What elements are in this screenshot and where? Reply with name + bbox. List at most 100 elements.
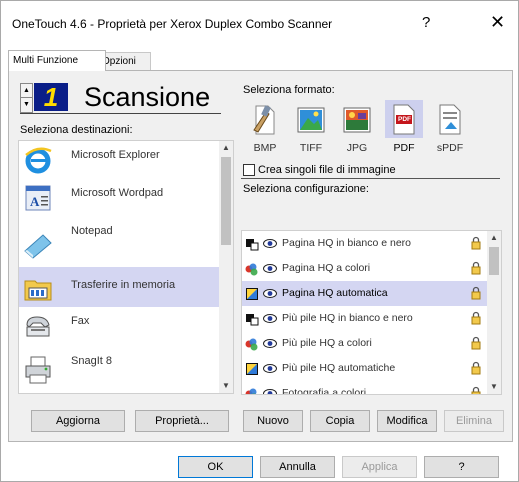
list-item-label: Microsoft Explorer [71, 149, 160, 161]
color-scan-icon [245, 388, 257, 394]
auto-scan-icon [246, 288, 258, 300]
scroll-down-icon[interactable]: ▼ [219, 379, 233, 393]
refresh-button[interactable]: Aggiorna [31, 410, 125, 432]
properties-button[interactable]: Proprietà... [135, 410, 229, 432]
list-item-config-auto[interactable]: Pagina HQ automatica [242, 281, 487, 306]
format-button-pdf[interactable]: PDF [385, 100, 423, 138]
list-item-notepad[interactable]: Notepad [19, 217, 219, 267]
formats-label: Seleziona formato: [243, 84, 335, 96]
config-label: Fotografia a colori [282, 387, 367, 395]
printer-icon [25, 356, 51, 384]
spinner-down-icon[interactable]: ▼ [21, 98, 32, 111]
spinner-up-icon[interactable]: ▲ [21, 84, 32, 98]
scroll-up-icon[interactable]: ▲ [219, 141, 233, 155]
ok-button[interactable]: OK [178, 456, 253, 478]
button-spinner[interactable]: ▲ ▼ [20, 83, 33, 113]
button-title: Scansione [84, 82, 211, 112]
format-button-spdf[interactable] [431, 100, 469, 138]
format-label-bmp: BMP [253, 142, 277, 154]
bmp-icon [253, 105, 275, 135]
list-item-label: Fax [71, 315, 90, 327]
notepad-icon [24, 234, 52, 259]
destinations-list[interactable]: Microsoft Explorer A Microsoft Wordpad N… [18, 140, 234, 394]
format-label-jpg: JPG [346, 142, 368, 154]
spdf-icon [439, 104, 461, 135]
eye-icon [263, 389, 277, 394]
config-label: Pagina HQ in bianco e nero [282, 237, 411, 249]
config-label: Più pile HQ a colori [282, 337, 372, 349]
bw-scan-icon [246, 314, 259, 326]
color-scan-icon [245, 338, 258, 351]
configurations-list[interactable]: Pagina HQ in bianco e nero Pagina HQ a c… [241, 230, 502, 395]
help-title-button[interactable]: ? [422, 14, 430, 31]
eye-icon [263, 264, 277, 273]
config-label: Più pile HQ automatiche [282, 362, 396, 374]
list-item-label: SnagIt 8 [71, 355, 112, 367]
lock-icon [471, 386, 481, 394]
format-button-jpg[interactable] [338, 100, 376, 138]
internet-explorer-icon [25, 147, 52, 174]
transfer-memory-icon [24, 280, 52, 301]
list-item-config-color[interactable]: Pagina HQ a colori [242, 256, 487, 281]
eye-icon [263, 339, 277, 348]
lock-icon [471, 286, 481, 300]
lock-icon [471, 361, 481, 375]
list-item-fax[interactable]: Fax [19, 307, 219, 345]
format-label-pdf: PDF [393, 142, 415, 154]
format-label-spdf: sPDF [436, 142, 464, 154]
list-item-microsoft-wordpad[interactable]: A Microsoft Wordpad [19, 179, 219, 217]
scroll-thumb[interactable] [221, 157, 231, 245]
list-item-snagit[interactable]: SnagIt 8 [19, 345, 219, 393]
list-item-label: Notepad [71, 225, 113, 237]
list-item-config-batch-bw[interactable]: Più pile HQ in bianco e nero [242, 306, 487, 331]
configurations-scrollbar[interactable]: ▲ ▼ [487, 231, 501, 394]
destinations-scrollbar[interactable]: ▲ ▼ [219, 141, 233, 393]
bw-scan-icon [246, 239, 259, 251]
fax-icon [26, 316, 50, 337]
formats-divider [241, 178, 500, 179]
button-number-display: 1 [34, 83, 68, 111]
format-button-tiff[interactable] [292, 100, 330, 138]
list-item-config-batch-auto[interactable]: Più pile HQ automatiche [242, 356, 487, 381]
list-item-config-bw[interactable]: Pagina HQ in bianco e nero [242, 231, 487, 256]
list-item-config-batch-color[interactable]: Più pile HQ a colori [242, 331, 487, 356]
config-label: Pagina HQ automatica [282, 287, 388, 299]
config-label: Più pile HQ in bianco e nero [282, 312, 413, 324]
pdf-badge: PDF [398, 116, 411, 123]
eye-icon [263, 364, 277, 373]
format-button-bmp[interactable] [246, 100, 284, 138]
cancel-button[interactable]: Annulla [260, 456, 335, 478]
color-scan-icon [245, 263, 258, 276]
help-button[interactable]: ? [424, 456, 499, 478]
tiff-icon [297, 107, 325, 133]
tab-multi-funzione[interactable]: Multi Funzione [8, 50, 106, 71]
copy-button[interactable]: Copia [310, 410, 370, 432]
scroll-thumb[interactable] [489, 247, 499, 275]
list-item-trasferire-in-memoria[interactable]: Trasferire in memoria [19, 267, 219, 307]
list-item-config-photo-color[interactable]: Fotografia a colori [242, 381, 487, 395]
delete-button[interactable]: Elimina [444, 410, 504, 432]
lock-icon [471, 311, 481, 325]
list-item-microsoft-explorer[interactable]: Microsoft Explorer [19, 141, 219, 179]
close-button[interactable]: ✕ [490, 12, 505, 33]
format-label-tiff: TIFF [299, 142, 323, 154]
scroll-up-icon[interactable]: ▲ [487, 231, 501, 245]
svg-text:A: A [30, 194, 40, 209]
apply-button[interactable]: Applica [342, 456, 417, 478]
config-label: Pagina HQ a colori [282, 262, 371, 274]
lock-icon [471, 236, 481, 250]
window-title: OneTouch 4.6 - Proprietà per Xerox Duple… [12, 17, 333, 31]
eye-icon [263, 239, 277, 248]
jpg-icon [343, 107, 371, 133]
destinations-label: Seleziona destinazioni: [20, 124, 133, 136]
edit-button[interactable]: Modifica [377, 410, 437, 432]
scroll-down-icon[interactable]: ▼ [487, 380, 501, 394]
eye-icon [263, 289, 277, 298]
single-files-checkbox[interactable] [243, 164, 255, 176]
list-item-label: Microsoft Wordpad [71, 187, 164, 199]
new-button[interactable]: Nuovo [243, 410, 303, 432]
configurations-label: Seleziona configurazione: [243, 183, 369, 195]
title-divider [20, 113, 221, 114]
single-files-label: Crea singoli file di immagine [258, 164, 396, 176]
auto-scan-icon [246, 363, 258, 375]
